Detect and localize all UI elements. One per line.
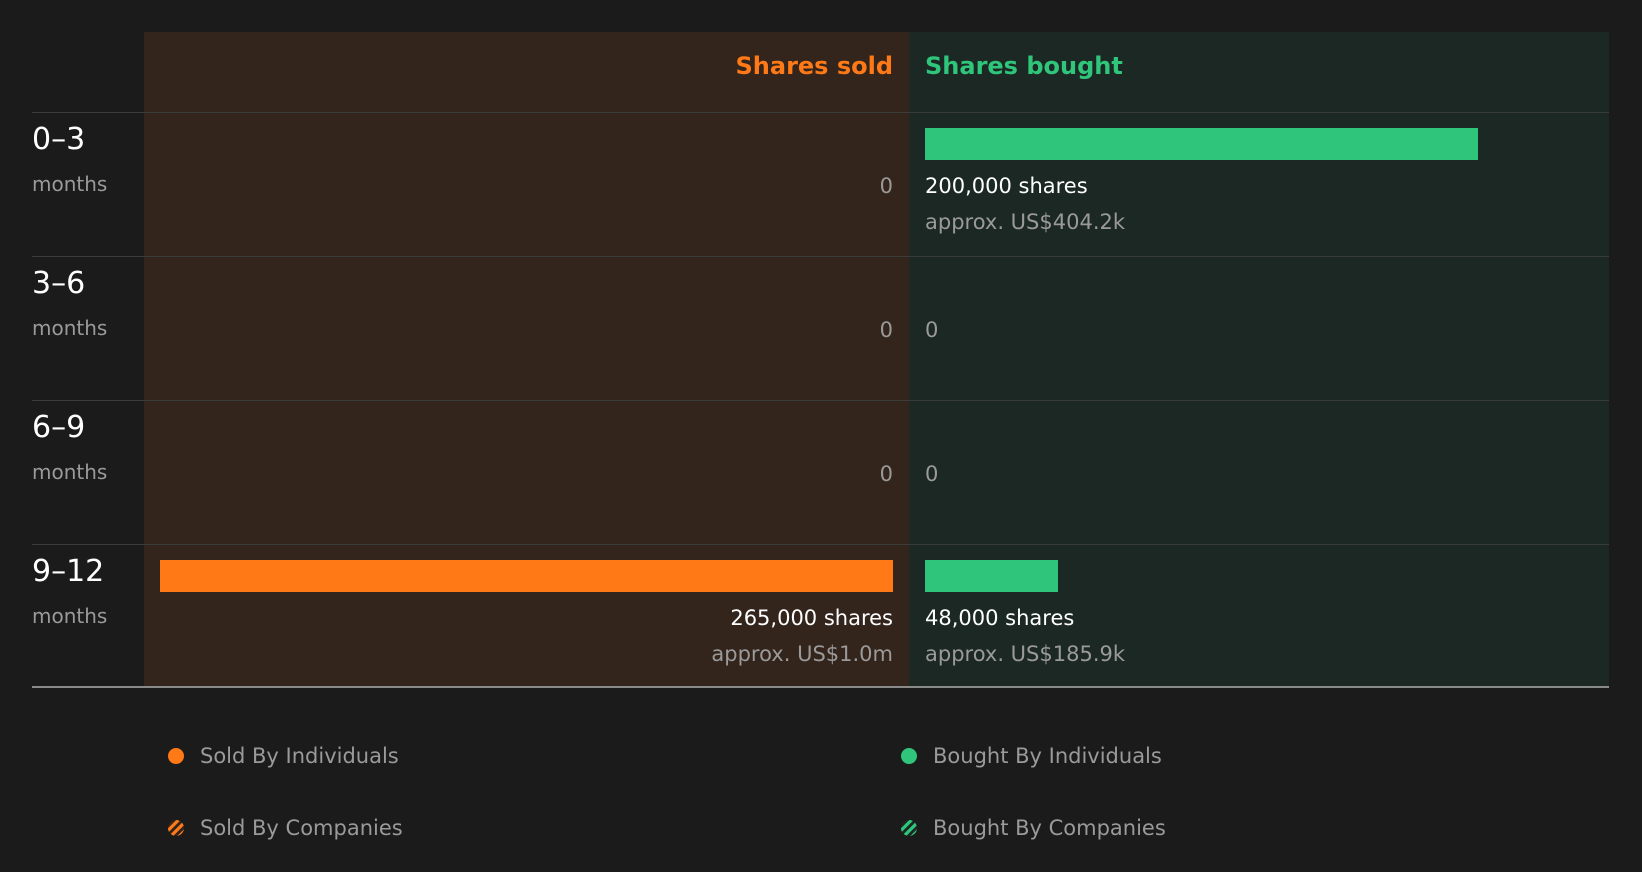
bought-value-label: 0 bbox=[925, 462, 939, 486]
bought-bar bbox=[925, 128, 1478, 160]
period-unit: months bbox=[32, 172, 108, 196]
bought-value-label: 0 bbox=[925, 318, 939, 342]
legend-label: Sold By Individuals bbox=[200, 744, 399, 768]
orange-hatched-dot-icon bbox=[168, 820, 184, 836]
period-unit: months bbox=[32, 604, 108, 628]
green-hatched-dot-icon bbox=[901, 820, 917, 836]
bought-value-label: 48,000 shares bbox=[925, 606, 1075, 630]
period-unit: months bbox=[32, 316, 108, 340]
shares-bought-header: Shares bought bbox=[925, 52, 1123, 80]
legend-label: Sold By Companies bbox=[200, 816, 403, 840]
sold-approx-value: approx. US$1.0m bbox=[711, 642, 893, 666]
shares-sold-header: Shares sold bbox=[735, 52, 894, 80]
chart-row: 9–12 months 265,000 shares 48,000 shares app… bbox=[0, 544, 1642, 688]
period-unit: months bbox=[32, 460, 108, 484]
chart-row: 6–9 months 0 0 bbox=[0, 400, 1642, 544]
period-label: 0–3 bbox=[32, 122, 86, 157]
bought-approx-value: approx. US$404.2k bbox=[925, 210, 1126, 234]
bought-approx-value: approx. US$185.9k bbox=[925, 642, 1126, 666]
legend-item-sold-individuals[interactable]: Sold By Individuals bbox=[168, 744, 399, 768]
legend-label: Bought By Companies bbox=[933, 816, 1166, 840]
orange-dot-icon bbox=[168, 748, 184, 764]
period-label: 9–12 bbox=[32, 554, 105, 589]
legend-item-bought-companies[interactable]: Bought By Companies bbox=[901, 816, 1166, 840]
green-dot-icon bbox=[901, 748, 917, 764]
period-label: 3–6 bbox=[32, 266, 86, 301]
legend-label: Bought By Individuals bbox=[933, 744, 1162, 768]
sold-value-label: 0 bbox=[879, 318, 893, 342]
sold-value-label: 0 bbox=[879, 174, 893, 198]
sold-value-label: 265,000 shares bbox=[730, 606, 893, 630]
sold-value-label: 0 bbox=[879, 462, 893, 486]
legend-item-sold-companies[interactable]: Sold By Companies bbox=[168, 816, 403, 840]
bought-bar bbox=[925, 560, 1058, 592]
chart-row: 0–3 months 0 200,000 shares approx. US$404.2… bbox=[0, 112, 1642, 256]
chart-row: 3–6 months 0 0 bbox=[0, 256, 1642, 400]
legend-item-bought-individuals[interactable]: Bought By Individuals bbox=[901, 744, 1162, 768]
period-label: 6–9 bbox=[32, 410, 86, 445]
sold-bar bbox=[160, 560, 893, 592]
bought-value-label: 200,000 shares bbox=[925, 174, 1088, 198]
